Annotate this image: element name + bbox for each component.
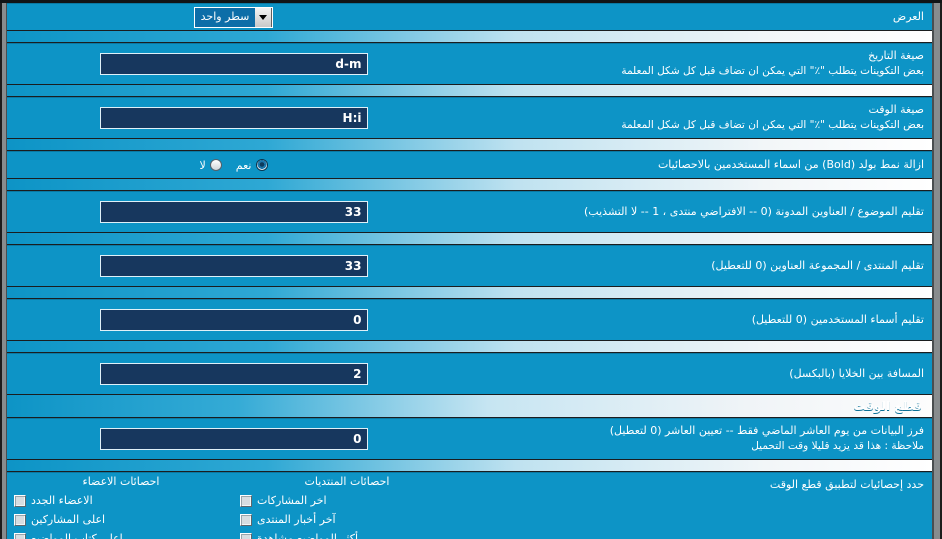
time-format-description: بعض التكوينات يتطلب "٪" التي يمكن ان تضا… [621,119,924,132]
settings-content: العرض سطر واحد صيغة التاريخ بعض التكوينا… [7,3,932,539]
select-stats-label-cell: حدد إحصائيات لتطبيق قطع الوقت [460,475,932,491]
checkbox-row[interactable]: آخر أخبار المنتدى [240,510,454,529]
remove-bold-control-cell: نعم لا [7,156,460,175]
row-separator [7,30,932,43]
row-separator [7,340,932,353]
setting-row-cutoff-days: فرز البيانات من يوم العاشر الماضي فقط --… [7,418,932,459]
cutoff-days-label: فرز البيانات من يوم العاشر الماضي فقط --… [609,424,924,438]
trim-thread-titles-input[interactable] [99,201,368,223]
display-label: العرض [892,10,924,24]
time-format-input[interactable] [99,107,368,129]
radio-unselected-icon[interactable] [209,159,222,171]
row-separator [7,459,932,472]
checkbox-label: الاعضاء الجدد [31,494,93,507]
checkbox-row[interactable]: أكثر المواضيع مشاهدة [240,529,454,539]
date-format-label: صيغة التاريخ [868,49,924,63]
checkbox-row[interactable]: اعلى المشاركين [14,510,228,529]
member-stats-column: احصائات الاعضاء الاعضاء الجدد اعلى المشا… [8,475,234,539]
setting-row-cell-spacing: المسافة بين الخلايا (بالبكسل) [7,353,932,394]
checkbox-unchecked-icon[interactable] [14,494,26,507]
time-format-label-cell: صيغة الوقت بعض التكوينات يتطلب "٪" التي … [460,99,932,136]
cutoff-days-input[interactable] [99,428,368,450]
remove-bold-radio-no[interactable]: لا [200,159,222,172]
row-separator [7,138,932,151]
checkbox-row[interactable]: اخر المشاركات [240,491,454,510]
select-stats-label: حدد إحصائيات لتطبيق قطع الوقت [769,478,924,491]
forum-stats-column: احصائات المنتديات اخر المشاركات آخر أخبا… [234,475,460,539]
date-format-description: بعض التكوينات يتطلب "٪" التي يمكن ان تضا… [621,65,924,78]
radio-selected-icon[interactable] [255,159,268,171]
time-format-control-cell [7,104,460,132]
setting-row-date-format: صيغة التاريخ بعض التكوينات يتطلب "٪" الت… [7,43,932,84]
checkbox-row[interactable]: الاعضاء الجدد [14,491,228,510]
window-top-edge [0,0,942,3]
row-separator [7,286,932,299]
checkbox-label: اعلى كتاب المواضيع [31,532,123,539]
trim-usernames-control-cell [7,306,460,334]
trim-usernames-input[interactable] [99,309,368,331]
row-separator [7,84,932,97]
trim-forum-titles-input[interactable] [99,255,368,277]
cutoff-days-control-cell [7,425,460,453]
remove-bold-yes-label: نعم [235,158,252,172]
display-label-cell: العرض [460,6,932,28]
setting-row-remove-bold: ازالة نمط بولد (Bold) من اسماء المستخدمي… [7,151,932,178]
setting-row-trim-usernames: تقليم أسماء المستخدمين (0 للتعطيل) [7,299,932,340]
trim-thread-titles-control-cell [7,198,460,226]
display-mode-select[interactable]: سطر واحد [193,6,274,28]
checkbox-label: آخر أخبار المنتدى [257,513,336,526]
trim-usernames-label-cell: تقليم أسماء المستخدمين (0 للتعطيل) [460,309,932,331]
trim-usernames-label: تقليم أسماء المستخدمين (0 للتعطيل) [751,313,924,327]
section-header-cutoff-time-title: قطع الوقت [853,399,922,413]
window-left-border [0,0,7,539]
trim-forum-titles-label-cell: تقليم المنتدى / المجموعة العناوين (0 للت… [460,255,932,277]
setting-row-time-format: صيغة الوقت بعض التكوينات يتطلب "٪" التي … [7,97,932,138]
time-format-label: صيغة الوقت [868,103,924,117]
checkbox-unchecked-icon[interactable] [14,513,26,526]
trim-forum-titles-control-cell [7,252,460,280]
checkbox-unchecked-icon[interactable] [240,494,252,507]
trim-forum-titles-label: تقليم المنتدى / المجموعة العناوين (0 للت… [711,259,924,273]
setting-row-select-stats: حدد إحصائيات لتطبيق قطع الوقت احصائات ال… [7,472,932,539]
remove-bold-label: ازالة نمط بولد (Bold) من اسماء المستخدمي… [657,158,924,172]
checkbox-label: اخر المشاركات [257,494,327,507]
select-stats-columns: حدد إحصائيات لتطبيق قطع الوقت احصائات ال… [7,473,932,539]
checkbox-label: أكثر المواضيع مشاهدة [257,532,359,539]
chevron-down-icon[interactable] [255,7,273,27]
cell-spacing-control-cell [7,360,460,388]
setting-row-trim-thread-titles: تقليم الموضوع / العناوين المدونة (0 -- ا… [7,191,932,232]
window-right-border [932,0,942,539]
checkbox-unchecked-icon[interactable] [240,532,252,539]
checkbox-row[interactable]: اعلى كتاب المواضيع [14,529,228,539]
admin-settings-page: العرض سطر واحد صيغة التاريخ بعض التكوينا… [0,0,942,539]
trim-thread-titles-label-cell: تقليم الموضوع / العناوين المدونة (0 -- ا… [460,201,932,223]
remove-bold-radio-yes[interactable]: نعم [236,159,268,172]
cutoff-days-description: ملاحظة : هذا قد يزيد قليلا وقت التحميل [751,440,924,453]
row-separator [7,178,932,191]
checkbox-unchecked-icon[interactable] [14,532,26,539]
row-separator [7,232,932,245]
member-stats-column-header: احصائات الاعضاء [82,475,160,488]
checkbox-unchecked-icon[interactable] [240,513,252,526]
cell-spacing-label-cell: المسافة بين الخلايا (بالبكسل) [460,363,932,385]
cell-spacing-label: المسافة بين الخلايا (بالبكسل) [789,367,924,381]
remove-bold-no-label: لا [199,158,206,172]
remove-bold-label-cell: ازالة نمط بولد (Bold) من اسماء المستخدمي… [460,154,932,176]
date-format-label-cell: صيغة التاريخ بعض التكوينات يتطلب "٪" الت… [460,45,932,82]
setting-row-display: العرض سطر واحد [7,3,932,30]
date-format-control-cell [7,50,460,78]
date-format-input[interactable] [99,53,368,75]
display-control-cell: سطر واحد [7,4,460,31]
checkbox-label: اعلى المشاركين [31,513,106,526]
forum-stats-column-header: احصائات المنتديات [304,475,390,488]
cutoff-days-label-cell: فرز البيانات من يوم العاشر الماضي فقط --… [460,420,932,457]
section-header-cutoff-time: قطع الوقت [7,394,932,418]
cell-spacing-input[interactable] [99,363,368,385]
setting-row-trim-forum-titles: تقليم المنتدى / المجموعة العناوين (0 للت… [7,245,932,286]
display-mode-selected-value: سطر واحد [194,7,256,27]
remove-bold-radio-group: نعم لا [200,159,268,172]
trim-thread-titles-label: تقليم الموضوع / العناوين المدونة (0 -- ا… [584,205,924,219]
